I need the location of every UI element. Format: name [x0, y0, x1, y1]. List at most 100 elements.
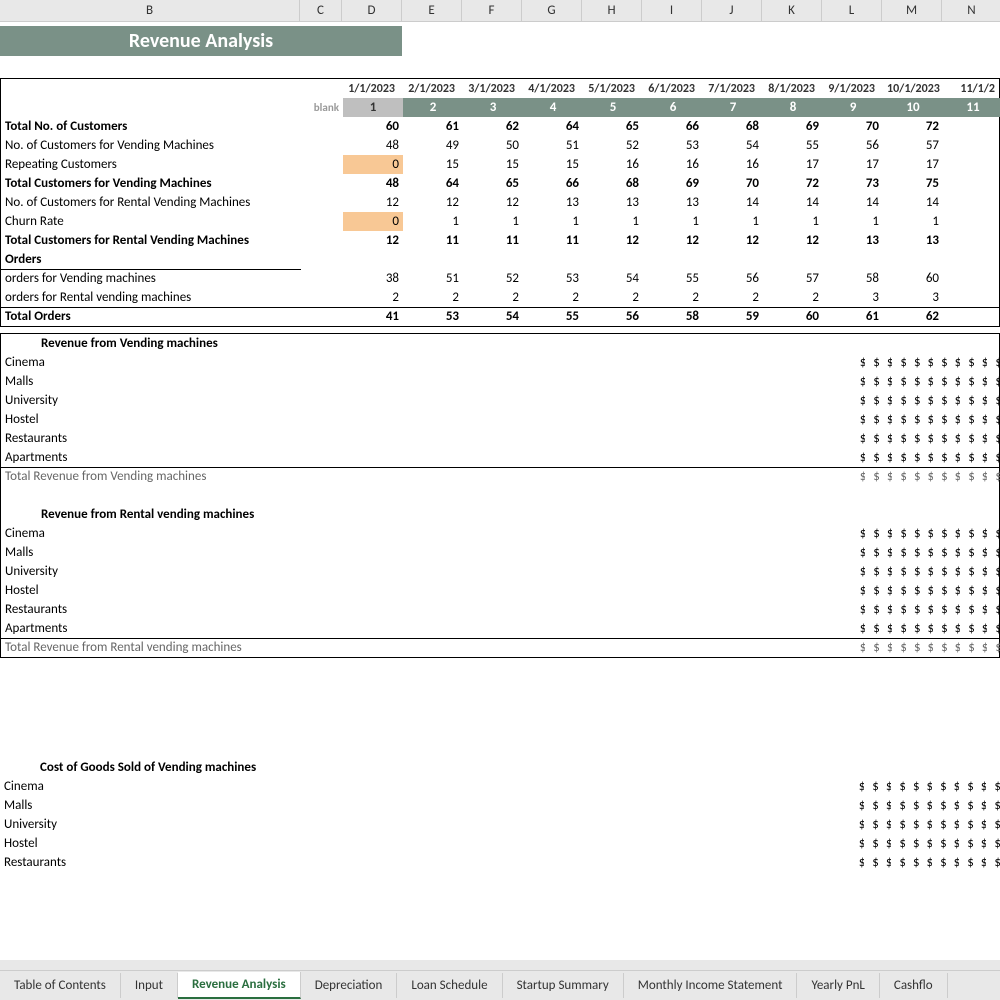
data-cell[interactable]: $240 [973, 777, 987, 796]
data-cell[interactable]: $1,100 [947, 353, 961, 372]
data-cell[interactable]: $- [892, 524, 906, 543]
data-cell[interactable]: 16 [583, 155, 643, 174]
data-cell[interactable]: 16 [643, 155, 703, 174]
data-cell[interactable]: $360 [959, 796, 973, 815]
data-cell[interactable]: $220 [946, 815, 960, 834]
data-cell[interactable]: $240 [959, 777, 973, 796]
data-cell[interactable]: 48 [343, 174, 403, 193]
data-cell[interactable]: $160 [851, 815, 865, 834]
data-cell[interactable]: $1,100 [892, 353, 906, 372]
data-cell[interactable]: $150 [920, 429, 934, 448]
data-cell[interactable]: $320 [878, 796, 892, 815]
data-cell[interactable]: $2 [986, 815, 1000, 834]
data-cell[interactable]: $320 [905, 796, 919, 815]
data-cell[interactable]: $150 [974, 448, 988, 467]
period-cell[interactable]: 2 [403, 98, 463, 117]
col-header-D[interactable]: D [342, 0, 402, 21]
data-cell[interactable]: $- [852, 581, 866, 600]
data-cell[interactable]: $20 [865, 543, 879, 562]
data-cell[interactable]: $- [906, 562, 920, 581]
data-cell[interactable]: $240 [959, 815, 973, 834]
data-cell[interactable]: $- [947, 600, 961, 619]
data-cell[interactable]: 54 [463, 307, 523, 326]
col-header-L[interactable]: L [822, 0, 882, 21]
data-cell[interactable]: $60 [959, 853, 973, 872]
data-cell[interactable]: 68 [583, 174, 643, 193]
data-cell[interactable]: $220 [932, 777, 946, 796]
data-cell[interactable]: $20 [960, 581, 974, 600]
data-cell[interactable]: $4,240 [879, 467, 893, 486]
data-cell[interactable]: $40 [851, 853, 865, 872]
data-cell[interactable]: 41 [343, 307, 403, 326]
data-cell[interactable]: $200 [864, 834, 878, 853]
data-cell[interactable]: $220 [919, 777, 933, 796]
data-cell[interactable]: 1 [883, 212, 943, 231]
data-cell[interactable]: $- [879, 562, 893, 581]
data-cell[interactable]: $880 [892, 391, 906, 410]
data-cell[interactable]: 70 [823, 117, 883, 136]
data-cell[interactable]: 73 [823, 174, 883, 193]
data-cell[interactable]: 60 [343, 117, 403, 136]
data-cell[interactable]: $- [906, 524, 920, 543]
data-cell[interactable]: $ [987, 543, 1000, 562]
data-cell[interactable]: $- [933, 600, 947, 619]
data-cell[interactable]: $20 [852, 638, 866, 657]
data-cell[interactable]: 2 [523, 288, 583, 307]
data-cell[interactable]: $3 [986, 796, 1000, 815]
data-cell[interactable]: $4,490 [892, 467, 906, 486]
data-cell[interactable]: $- [947, 619, 961, 638]
data-cell[interactable]: 13 [823, 231, 883, 250]
data-cell[interactable]: 48 [343, 136, 403, 155]
sheet-tab[interactable]: Revenue Analysis [178, 972, 301, 999]
data-cell[interactable]: $- [879, 600, 893, 619]
data-cell[interactable]: $800 [865, 391, 879, 410]
data-cell[interactable]: $880 [947, 391, 961, 410]
data-cell[interactable]: $100 [852, 429, 866, 448]
data-cell[interactable]: 15 [403, 155, 463, 174]
data-cell[interactable]: 57 [883, 136, 943, 155]
data-cell[interactable]: 69 [763, 117, 823, 136]
data-cell[interactable]: 52 [463, 269, 523, 288]
data-cell[interactable]: 62 [463, 117, 523, 136]
data-cell[interactable]: 1 [523, 212, 583, 231]
data-cell[interactable]: $- [865, 619, 879, 638]
data-cell[interactable]: $- [865, 581, 879, 600]
data-cell[interactable] [943, 136, 1000, 155]
data-cell[interactable]: $20 [974, 524, 988, 543]
sheet-tab[interactable]: Table of Contents [0, 973, 121, 998]
data-cell[interactable]: $770 [906, 410, 920, 429]
data-cell[interactable]: $1,000 [879, 353, 893, 372]
data-cell[interactable]: $340 [919, 796, 933, 815]
col-header-N[interactable]: N [942, 0, 1000, 21]
data-cell[interactable]: 60 [883, 269, 943, 288]
data-cell[interactable]: $220 [946, 834, 960, 853]
data-cell[interactable]: 2 [343, 288, 403, 307]
data-cell[interactable]: $20 [892, 543, 906, 562]
data-cell[interactable]: 54 [583, 269, 643, 288]
data-cell[interactable]: 61 [403, 117, 463, 136]
data-cell[interactable]: $20 [974, 543, 988, 562]
sheet-tab[interactable]: Input [121, 973, 178, 998]
data-cell[interactable]: $150 [879, 448, 893, 467]
data-cell[interactable]: $20 [865, 638, 879, 657]
data-cell[interactable] [943, 155, 1000, 174]
data-cell[interactable]: 13 [883, 231, 943, 250]
data-cell[interactable]: 2 [703, 288, 763, 307]
data-cell[interactable]: $150 [974, 429, 988, 448]
data-cell[interactable]: 14 [823, 193, 883, 212]
sheet-tab[interactable]: Depreciation [301, 973, 398, 998]
col-header-K[interactable]: K [762, 0, 822, 21]
data-cell[interactable]: $60 [946, 853, 960, 872]
data-cell[interactable]: 69 [643, 174, 703, 193]
data-cell[interactable]: 68 [703, 117, 763, 136]
data-cell[interactable]: $1,440 [879, 372, 893, 391]
data-cell[interactable]: $4,580 [947, 467, 961, 486]
col-header-G[interactable]: G [522, 0, 582, 21]
data-cell[interactable]: $150 [879, 429, 893, 448]
data-cell[interactable]: 13 [643, 193, 703, 212]
data-cell[interactable]: 51 [403, 269, 463, 288]
data-cell[interactable]: $1,100 [920, 353, 934, 372]
data-cell[interactable]: $ [987, 562, 1000, 581]
data-cell[interactable]: $- [933, 581, 947, 600]
data-cell[interactable]: $- [892, 619, 906, 638]
